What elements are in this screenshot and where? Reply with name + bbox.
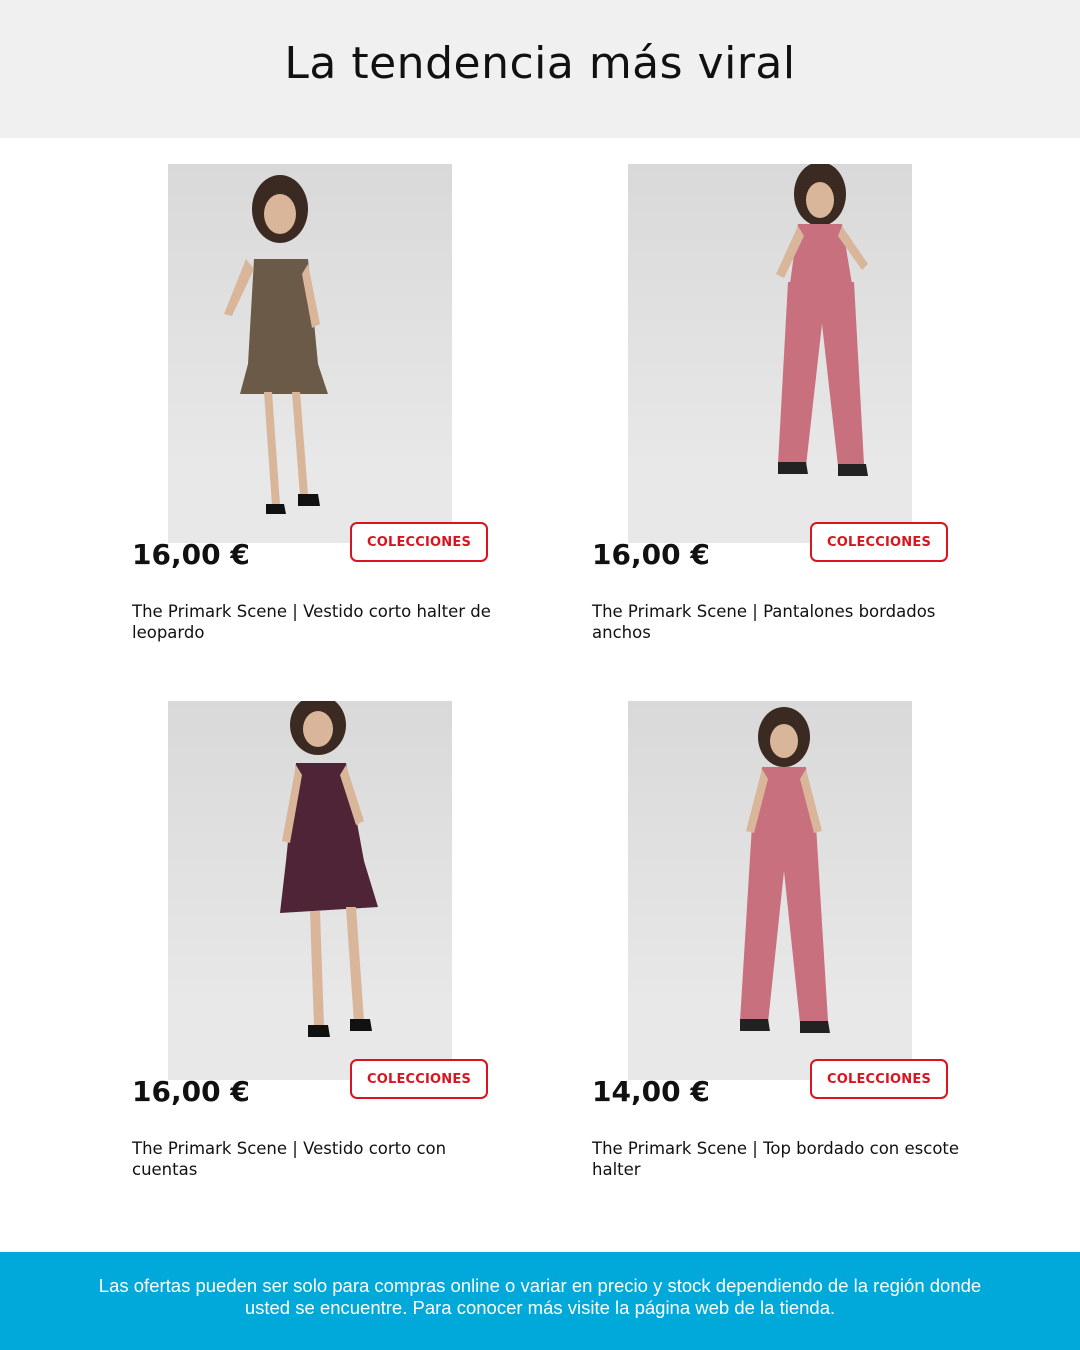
disclaimer-footer: Las ofertas pueden ser solo para compras… [0,1252,1080,1350]
model-photo [628,707,912,1080]
product-card[interactable]: 16,00 € COLECCIONES The Primark Scene | … [132,164,492,664]
product-card[interactable]: 14,00 € COLECCIONES The Primark Scene | … [592,701,959,1201]
product-title[interactable]: The Primark Scene | Top bordado con esco… [592,1138,962,1180]
collections-button[interactable]: COLECCIONES [810,1059,948,1099]
model-photo [628,164,912,543]
page-title: La tendencia más viral [284,37,796,89]
product-image[interactable] [168,164,452,543]
product-price: 16,00 € [592,538,710,571]
disclaimer-text: Las ofertas pueden ser solo para compras… [98,1275,982,1318]
product-card[interactable]: 16,00 € COLECCIONES The Primark Scene | … [592,164,952,664]
product-image[interactable] [628,701,912,1080]
model-photo [168,175,452,543]
product-card[interactable]: 16,00 € COLECCIONES The Primark Scene | … [132,701,492,1201]
product-title[interactable]: The Primark Scene | Vestido corto halter… [132,601,502,643]
product-image[interactable] [628,164,912,543]
product-price: 16,00 € [132,538,250,571]
product-title[interactable]: The Primark Scene | Vestido corto con cu… [132,1138,502,1180]
collections-button[interactable]: COLECCIONES [810,522,948,562]
product-price: 16,00 € [132,1075,250,1108]
collections-button[interactable]: COLECCIONES [350,1059,488,1099]
product-title[interactable]: The Primark Scene | Pantalones bordados … [592,601,962,643]
product-image[interactable] [168,701,452,1080]
model-photo [168,701,452,1080]
page-header: La tendencia más viral [0,0,1080,138]
collections-button[interactable]: COLECCIONES [350,522,488,562]
product-price: 14,00 € [592,1075,710,1108]
